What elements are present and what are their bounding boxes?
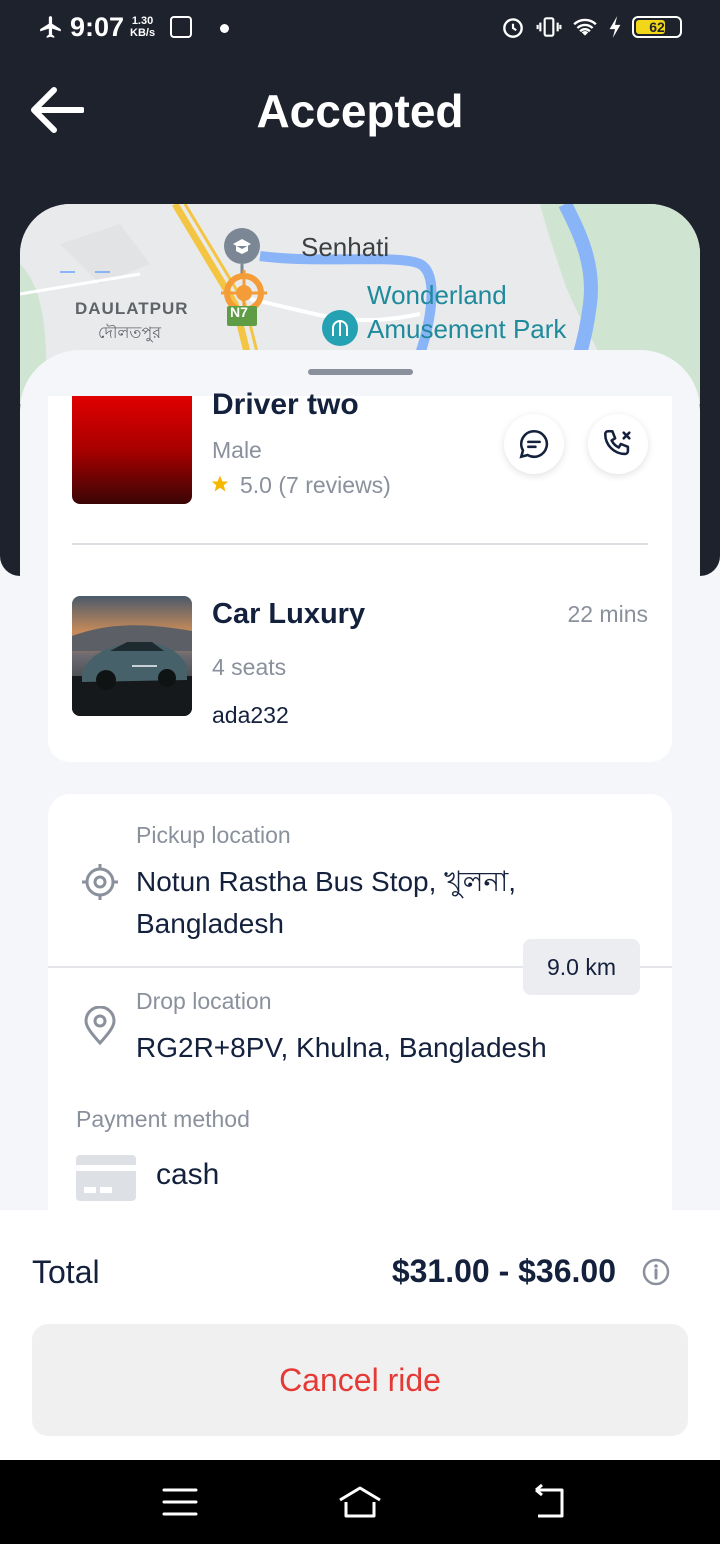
drop-label: Drop location xyxy=(136,988,272,1014)
card-divider xyxy=(72,543,648,545)
driver-rating: 5.0 (7 reviews) xyxy=(240,472,391,499)
phone-icon xyxy=(603,429,631,456)
payment-method: cash xyxy=(156,1158,220,1191)
status-bar: 9:07 1.30 KB/s 62 xyxy=(0,0,720,56)
car-plate: ada232 xyxy=(212,702,289,728)
chat-icon xyxy=(519,429,549,459)
driver-gender: Male xyxy=(212,437,262,463)
car-eta: 22 mins xyxy=(567,601,648,627)
car-name: Car Luxury xyxy=(212,598,366,630)
wifi-icon xyxy=(573,18,597,36)
map-road-badge: N7 xyxy=(230,304,248,320)
charging-icon xyxy=(609,16,621,38)
map-label-daulatpur: DAULATPUR xyxy=(75,299,189,318)
vibrate-icon xyxy=(536,17,562,37)
info-icon[interactable] xyxy=(641,1257,671,1287)
clock-time: 9:07 xyxy=(70,12,125,42)
system-nav-bar xyxy=(0,1460,720,1544)
network-speed-value: 1.30 xyxy=(131,15,154,27)
map-label-amusement-park: Amusement Park xyxy=(367,314,567,344)
car-seats: 4 seats xyxy=(212,654,287,680)
rating-value: 5.0 xyxy=(240,472,272,498)
map-label-wonderland: Wonderland xyxy=(367,280,507,310)
chat-button[interactable] xyxy=(504,414,564,474)
crosshair-icon xyxy=(82,864,118,900)
call-button[interactable] xyxy=(588,414,648,474)
battery-level: 62 xyxy=(649,19,665,35)
menu-icon[interactable] xyxy=(156,1482,204,1522)
status-icons: 62 xyxy=(500,14,682,40)
total-price: $31.00 - $36.00 xyxy=(391,1253,616,1289)
network-speed-unit: KB/s xyxy=(130,27,156,39)
drag-handle[interactable] xyxy=(308,369,413,375)
battery-icon: 62 xyxy=(632,16,682,38)
star-icon xyxy=(211,475,229,492)
review-count: (7 reviews) xyxy=(278,472,391,498)
driver-name: Driver two xyxy=(212,388,359,421)
payment-label: Payment method xyxy=(76,1106,250,1132)
location-pin-icon xyxy=(84,1006,116,1046)
driver-avatar xyxy=(72,396,192,504)
pickup-location: Notun Rastha Bus Stop, খুলনা, Bangladesh xyxy=(136,866,517,939)
total-label: Total xyxy=(32,1254,100,1290)
car-illustration xyxy=(72,596,192,716)
credit-card-icon xyxy=(76,1155,136,1201)
car-image xyxy=(72,596,192,716)
map-label-daulatpur-bn: দৌলতপুর xyxy=(98,325,162,342)
airplane-mode-icon xyxy=(40,16,61,38)
back-nav-icon[interactable] xyxy=(524,1482,572,1522)
usb-debug-icon xyxy=(170,16,192,38)
notification-dot-icon xyxy=(220,24,229,33)
alarm-icon xyxy=(503,18,523,38)
network-speed: 1.30 KB/s xyxy=(130,15,155,39)
home-icon[interactable] xyxy=(336,1482,384,1522)
map-label-senhati: Senhati xyxy=(301,232,390,262)
cancel-ride-button[interactable]: Cancel ride xyxy=(32,1324,688,1436)
page-title: Accepted xyxy=(256,85,464,137)
drop-location: RG2R+8PV, Khulna, Bangladesh xyxy=(136,1032,547,1063)
distance-badge: 9.0 km xyxy=(523,939,640,995)
pickup-label: Pickup location xyxy=(136,822,291,848)
